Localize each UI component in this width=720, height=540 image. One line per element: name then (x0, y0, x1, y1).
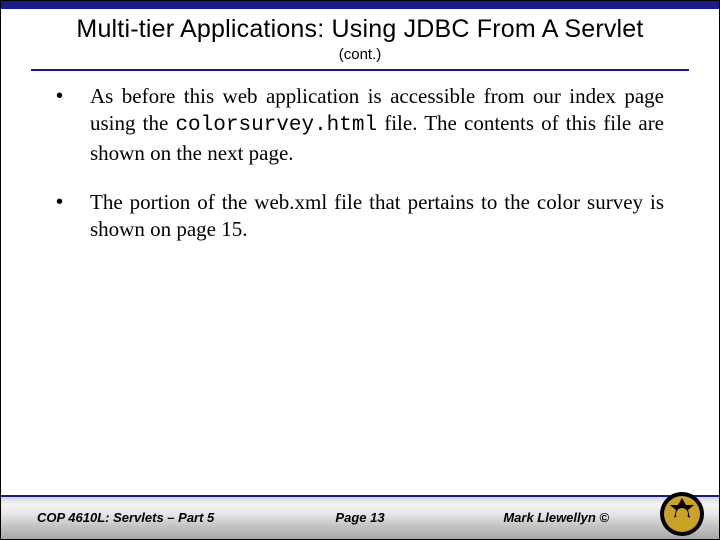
slide-subtitle: (cont.) (31, 46, 689, 63)
top-accent-bar (1, 1, 719, 9)
text-fragment: The portion of the web.xml file that per… (90, 190, 664, 241)
bullet-text: The portion of the web.xml file that per… (90, 189, 664, 246)
footer-page: Page 13 (1, 510, 719, 525)
bullet-text: As before this web application is access… (90, 83, 664, 167)
footer: COP 4610L: Servlets – Part 5 Page 13 Mar… (1, 495, 719, 539)
content-area: • As before this web application is acce… (1, 71, 719, 245)
bullet-icon: • (56, 189, 90, 246)
code-text: colorsurvey.html (175, 114, 377, 137)
slide: Multi-tier Applications: Using JDBC From… (0, 0, 720, 540)
list-item: • As before this web application is acce… (56, 83, 664, 167)
title-area: Multi-tier Applications: Using JDBC From… (1, 9, 719, 65)
bullet-icon: • (56, 83, 90, 167)
ucf-logo-icon (659, 491, 705, 537)
footer-author: Mark Llewellyn © (503, 510, 609, 525)
slide-title: Multi-tier Applications: Using JDBC From… (31, 15, 689, 44)
footer-bar: COP 4610L: Servlets – Part 5 Page 13 Mar… (1, 497, 719, 539)
list-item: • The portion of the web.xml file that p… (56, 189, 664, 246)
